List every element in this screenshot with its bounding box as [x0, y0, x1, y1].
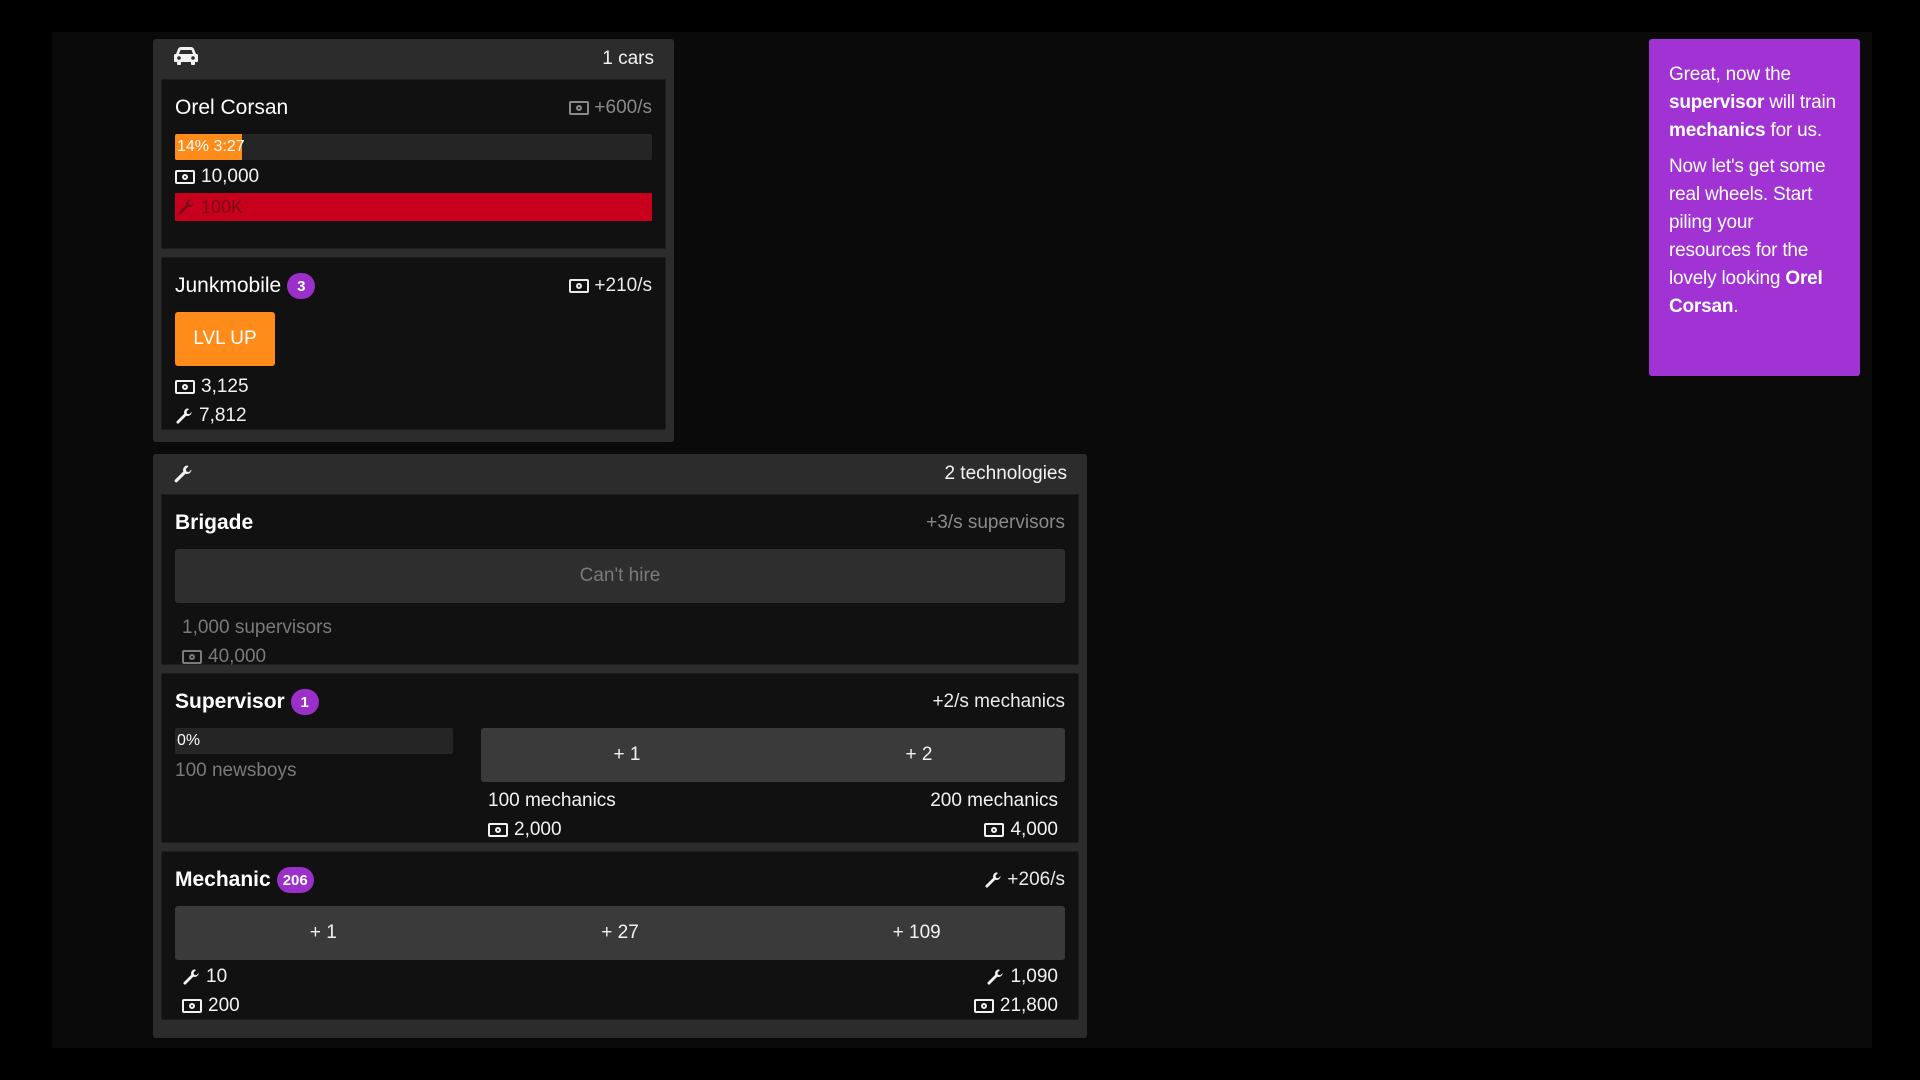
cars-count: 1 cars [602, 48, 654, 69]
money-icon [973, 998, 994, 1013]
money-icon [984, 822, 1005, 837]
money-icon [569, 279, 590, 293]
hire-27-button[interactable]: + 27 [472, 922, 769, 944]
car-name: Junkmobile 3 [175, 273, 316, 299]
cant-hire-button[interactable]: Can't hire [175, 549, 1065, 603]
tutorial-tip: Great, now the supervisor will train mec… [1649, 39, 1860, 376]
wrench-icon [178, 199, 194, 215]
count-badge: 1 [290, 689, 319, 715]
tech-name: Mechanic 206 [175, 867, 314, 893]
car-build-progress: 14% 3:27 [175, 134, 652, 160]
tech-name: Brigade [175, 511, 254, 534]
cost-parts: 1,090 [986, 962, 1058, 991]
tech-rate: +206/s [984, 869, 1065, 891]
car-income-rate: +210/s [569, 275, 652, 297]
wrench-icon [183, 968, 199, 985]
parts-cost: 7,812 [175, 401, 652, 430]
cars-panel-header: 1 cars [161, 39, 666, 79]
progress-label: 0% [177, 732, 201, 749]
hire-1-button[interactable]: + 1 [175, 922, 472, 944]
car-name: Orel Corsan [175, 96, 289, 119]
req-newsboys: 100 newsboys [175, 759, 297, 781]
tech-card-supervisor: Supervisor 1 +2/s mechanics 0% 100 newsb… [161, 673, 1079, 843]
level-badge: 3 [287, 273, 316, 299]
car-card-junkmobile: Junkmobile 3 +210/s LVL UP 3,125 7,812 [161, 257, 666, 430]
cost-money: 200 [182, 991, 240, 1020]
car-income-rate: +600/s [569, 97, 652, 119]
money-cost: 3,125 [175, 372, 652, 401]
tip-paragraph-1: Great, now the supervisor will train mec… [1669, 64, 1836, 141]
mechanic-hire-buttons: + 1 + 27 + 109 [175, 906, 1065, 960]
game-stage: 1 cars Orel Corsan +600/s 14% 3:27 10,00… [52, 32, 1872, 1048]
cost-money: 2,000 [488, 815, 616, 844]
money-cost: 10,000 [175, 162, 652, 191]
money-icon [175, 379, 195, 394]
req-money: 40,000 [175, 642, 1065, 671]
money-icon [182, 998, 202, 1013]
tech-rate: +3/s supervisors [926, 512, 1065, 533]
parts-cost-bar: 100K [175, 193, 652, 221]
tech-name: Supervisor 1 [175, 689, 319, 715]
technologies-panel-header: 2 technologies [161, 454, 1079, 494]
progress-label: 14% 3:27 [177, 138, 245, 155]
tip-paragraph-2: Now let's get some real wheels. Start pi… [1669, 156, 1826, 317]
car-icon [173, 46, 199, 72]
money-icon [182, 649, 202, 664]
wrench-icon [174, 465, 192, 483]
tech-rate: +2/s mechanics [932, 691, 1065, 712]
hire-1-button[interactable]: + 1 [481, 744, 773, 766]
supervisor-hire-buttons: + 1 + 2 [481, 728, 1065, 782]
wrench-icon [985, 872, 1002, 888]
wrench-icon [176, 407, 192, 424]
cars-panel: 1 cars Orel Corsan +600/s 14% 3:27 10,00… [153, 39, 674, 442]
technologies-count: 2 technologies [944, 463, 1067, 484]
lvl-up-button[interactable]: LVL UP [175, 312, 275, 366]
hire-2-button[interactable]: + 2 [773, 744, 1065, 766]
tech-card-brigade: Brigade +3/s supervisors Can't hire 1,00… [161, 494, 1079, 667]
technologies-panel: 2 technologies Brigade +3/s supervisors … [153, 454, 1087, 1038]
car-card-orel-corsan: Orel Corsan +600/s 14% 3:27 10,000 100K [161, 79, 666, 249]
req-supervisors: 1,000 supervisors [182, 616, 332, 638]
cost-mechanics: 100 mechanics [488, 789, 616, 811]
cost-money: 4,000 [984, 815, 1058, 844]
money-icon [488, 822, 508, 837]
tech-card-mechanic: Mechanic 206 +206/s + 1 + 27 + 109 10 20… [161, 851, 1079, 1020]
wrench-icon [987, 968, 1004, 985]
supervisor-progress: 0% [175, 728, 453, 754]
money-icon [569, 101, 590, 115]
cost-parts: 10 [182, 962, 240, 991]
hire-109-button[interactable]: + 109 [768, 922, 1065, 944]
money-icon [175, 169, 195, 184]
cost-money: 21,800 [973, 991, 1058, 1020]
count-badge: 206 [276, 867, 314, 893]
cost-mechanics: 200 mechanics [930, 789, 1058, 811]
